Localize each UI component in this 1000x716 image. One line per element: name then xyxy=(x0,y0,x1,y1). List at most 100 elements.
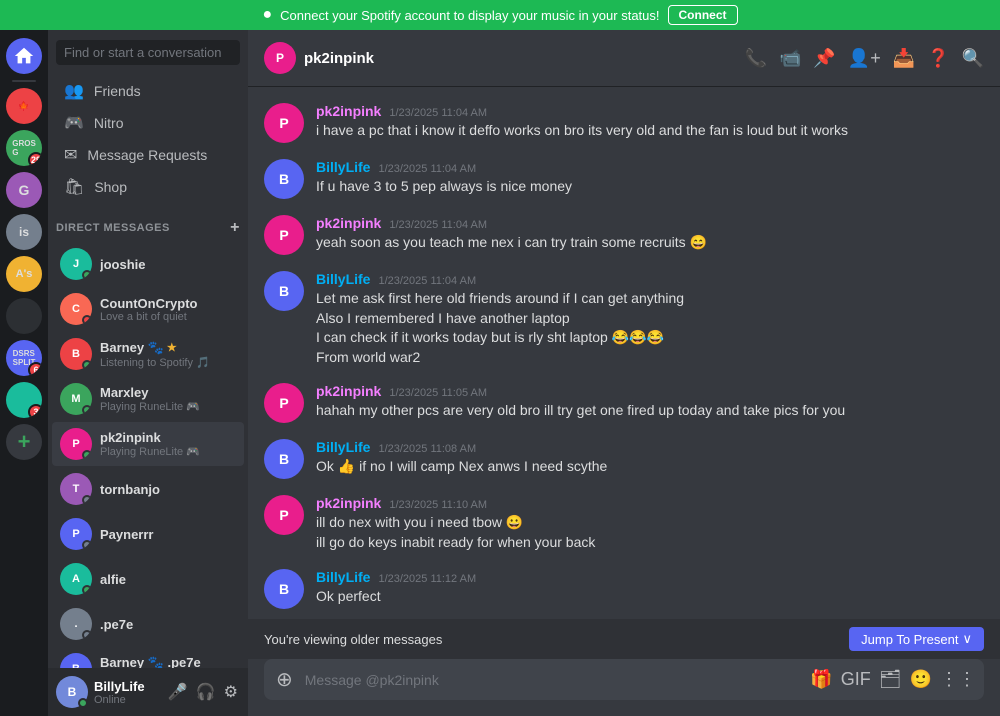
message-content: BillyLife 1/23/2025 11:12 AM Ok perfect xyxy=(316,569,984,609)
user-info: BillyLife Online xyxy=(94,679,160,706)
message-header: BillyLife 1/23/2025 11:12 AM xyxy=(316,569,984,585)
message-timestamp: 1/23/2025 11:04 AM xyxy=(378,275,476,287)
message-header: pk2inpink 1/23/2025 11:04 AM xyxy=(316,103,984,119)
help-icon[interactable]: ❓ xyxy=(927,48,949,69)
dm-item-paynerrr[interactable]: P Paynerrr xyxy=(52,512,244,556)
chat-header: P pk2inpink 📞 📹 📌 👤+ 📥 ❓ 🔍 xyxy=(248,30,1000,87)
server-icon[interactable]: is xyxy=(6,214,42,250)
nitro-icon: 🎮 xyxy=(64,113,84,133)
status-indicator xyxy=(82,315,92,325)
server-icon[interactable]: A's xyxy=(6,256,42,292)
gif-icon[interactable]: GIF xyxy=(841,669,871,690)
nav-item-shop-label: Shop xyxy=(94,179,127,195)
discord-home-button[interactable] xyxy=(6,38,42,74)
message-content: pk2inpink 1/23/2025 11:05 AM hahah my ot… xyxy=(316,383,984,423)
server-icon[interactable]: GROSG 29 xyxy=(6,130,42,166)
message-timestamp: 1/23/2025 11:08 AM xyxy=(378,443,476,455)
spotify-connect-button[interactable]: Connect xyxy=(668,5,738,25)
message-timestamp: 1/23/2025 11:10 AM xyxy=(389,499,487,511)
nav-item-friends-label: Friends xyxy=(94,83,141,99)
server-divider xyxy=(12,80,36,82)
nav-item-nitro-label: Nitro xyxy=(94,115,124,131)
emoji-icon[interactable]: 🙂 xyxy=(910,669,932,690)
server-icon[interactable]: 3 xyxy=(6,382,42,418)
message-content: BillyLife 1/23/2025 11:04 AM Let me ask … xyxy=(316,271,984,367)
avatar: P xyxy=(60,428,92,460)
message-group: B BillyLife 1/23/2025 11:04 AM Let me as… xyxy=(264,271,984,367)
dm-item-barney[interactable]: B Barney 🐾 ★ Listening to Spotify 🎵 xyxy=(52,332,244,376)
avatar: J xyxy=(60,248,92,280)
dm-section-label: Direct Messages xyxy=(56,222,170,234)
search-input[interactable] xyxy=(56,40,240,65)
apps-icon[interactable]: ⋮⋮ xyxy=(940,669,976,690)
dm-item-pe7e[interactable]: . .pe7e xyxy=(52,602,244,646)
group-avatar: B xyxy=(60,653,92,668)
message-input-icons: 🎁 GIF 🗂 🙂 ⋮⋮ xyxy=(810,669,976,690)
dm-name: Marxley xyxy=(100,385,236,400)
message-avatar: B xyxy=(264,271,304,311)
message-content: BillyLife 1/23/2025 11:08 AM Ok 👍 if no … xyxy=(316,439,984,479)
dm-search-area xyxy=(48,30,248,75)
dm-info: CountOnCrypto Love a bit of quiet xyxy=(100,296,236,323)
headset-icon[interactable]: 🎧 xyxy=(194,680,218,704)
message-author: BillyLife xyxy=(316,569,370,585)
server-icon-img: 🍁 xyxy=(18,101,29,112)
nav-item-shop[interactable]: 🛍 Shop xyxy=(56,171,240,203)
server-icon[interactable] xyxy=(6,298,42,334)
message-group: B BillyLife 1/23/2025 11:12 AM Ok perfec… xyxy=(264,569,984,609)
friends-icon: 👥 xyxy=(64,81,84,101)
avatar: . xyxy=(60,608,92,640)
dm-item-marxley[interactable]: M Marxley Playing RuneLite 🎮 xyxy=(52,377,244,421)
server-icon[interactable]: DSRSSPLIT 6 xyxy=(6,340,42,376)
add-friend-icon[interactable]: 👤+ xyxy=(848,48,881,69)
message-requests-icon: ✉ xyxy=(64,145,77,165)
jump-to-present-button[interactable]: Jump To Present ∨ xyxy=(849,627,984,651)
message-input-wrapper: ⊕ 🎁 GIF 🗂 🙂 ⋮⋮ xyxy=(264,659,984,700)
add-server-button[interactable]: + xyxy=(6,424,42,460)
message-avatar: P xyxy=(264,383,304,423)
dm-name: CountOnCrypto xyxy=(100,296,236,311)
pin-icon[interactable]: 📌 xyxy=(813,48,835,69)
chat-header-icons: 📞 📹 📌 👤+ 📥 ❓ 🔍 xyxy=(745,48,984,69)
dm-info: Paynerrr xyxy=(100,527,236,542)
nav-item-nitro[interactable]: 🎮 Nitro xyxy=(56,107,240,139)
search-icon[interactable]: 🔍 xyxy=(962,48,984,69)
add-dm-button[interactable]: + xyxy=(230,219,240,237)
message-content: pk2inpink 1/23/2025 11:10 AM ill do nex … xyxy=(316,495,984,552)
dm-group-barney-pe7e[interactable]: B Barney 🐾 .pe7e 3 Members xyxy=(52,647,244,668)
gift-icon[interactable]: 🎁 xyxy=(810,669,832,690)
nav-item-friends[interactable]: 👥 Friends xyxy=(56,75,240,107)
dm-item-countoncrypto[interactable]: C CountOnCrypto Love a bit of quiet xyxy=(52,287,244,331)
settings-icon[interactable]: ⚙ xyxy=(222,680,240,704)
dm-item-jooshie[interactable]: J jooshie xyxy=(52,242,244,286)
server-badge: 29 xyxy=(28,152,42,166)
message-text: Ok perfect xyxy=(316,587,984,607)
dm-item-tornbanjo[interactable]: T tornbanjo xyxy=(52,467,244,511)
dm-status: Love a bit of quiet xyxy=(100,311,236,323)
add-attachment-button[interactable]: ⊕ xyxy=(272,659,297,700)
message-timestamp: 1/23/2025 11:04 AM xyxy=(378,163,476,175)
message-author: BillyLife xyxy=(316,271,370,287)
inbox-icon[interactable]: 📥 xyxy=(893,48,915,69)
sticker-icon[interactable]: 🗂 xyxy=(879,669,902,690)
message-input[interactable] xyxy=(305,662,803,698)
jump-btn-label: Jump To Present xyxy=(861,632,958,647)
video-icon[interactable]: 📹 xyxy=(779,48,801,69)
message-avatar: P xyxy=(264,495,304,535)
dm-item-alfie[interactable]: A alfie xyxy=(52,557,244,601)
microphone-icon[interactable]: 🎤 xyxy=(166,680,190,704)
message-author: pk2inpink xyxy=(316,103,381,119)
nav-item-message-requests[interactable]: ✉ Message Requests xyxy=(56,139,240,171)
message-text: ill do nex with you i need tbow 😀 xyxy=(316,513,984,533)
call-icon[interactable]: 📞 xyxy=(745,48,767,69)
chat-header-left: P pk2inpink xyxy=(264,42,374,74)
chat-channel-name: pk2inpink xyxy=(304,50,374,67)
server-icon[interactable]: 🍁 xyxy=(6,88,42,124)
message-author: pk2inpink xyxy=(316,495,381,511)
avatar: C xyxy=(60,293,92,325)
dm-item-pk2inpink[interactable]: P pk2inpink Playing RuneLite 🎮 xyxy=(52,422,244,466)
user-status-indicator xyxy=(78,698,88,708)
dm-name: alfie xyxy=(100,572,236,587)
server-icon[interactable]: G xyxy=(6,172,42,208)
user-bar-icons: 🎤 🎧 ⚙ xyxy=(166,680,240,704)
